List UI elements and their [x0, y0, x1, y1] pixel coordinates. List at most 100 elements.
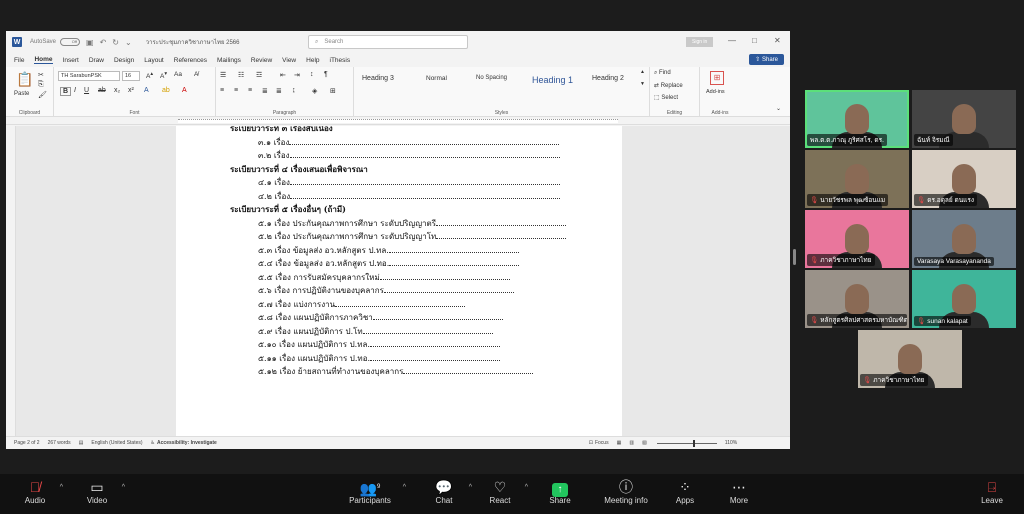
panel-resize-handle[interactable]	[793, 249, 796, 265]
align-right-icon[interactable]: ≡	[248, 87, 252, 94]
copy-icon[interactable]: ⎘	[38, 81, 44, 89]
search-box[interactable]: ⌕ Search	[308, 35, 468, 49]
participants-button[interactable]: 👥9 Participants ^	[340, 478, 406, 505]
increase-indent-icon[interactable]: ⇥	[294, 71, 300, 79]
tab-layout[interactable]: Layout	[144, 57, 164, 64]
agenda-item[interactable]: ๕.๓ เรื่อง ข้อมูลส่ง อว.หลักสูตร ป.ทล.	[258, 244, 519, 257]
tab-references[interactable]: References	[174, 57, 207, 64]
multilevel-list-icon[interactable]: ☲	[256, 71, 262, 79]
tab-mailings[interactable]: Mailings	[217, 57, 241, 64]
change-case-icon[interactable]: Aa	[174, 71, 182, 78]
agenda-item[interactable]: ๕.๗ เรื่อง แบ่งการงาน	[258, 298, 466, 311]
chat-button[interactable]: 💬 Chat ^	[414, 478, 474, 505]
participant-tile[interactable]: 🎙 นายวัชรพล พุฒซ้อนแม	[805, 150, 909, 208]
share-screen-button[interactable]: ↑ Share	[530, 478, 590, 505]
accessibility-status[interactable]: Accessibility: Investigate	[157, 440, 217, 446]
tab-ithesis[interactable]: iThesis	[330, 57, 351, 64]
shrink-font-icon[interactable]: A▾	[160, 71, 167, 80]
align-center-icon[interactable]: ≡	[234, 87, 238, 94]
zoom-slider[interactable]	[656, 439, 717, 447]
participant-tile[interactable]: 🎙 ดร.อดุลย์ ดนแรง	[912, 150, 1016, 208]
show-marks-icon[interactable]: ¶	[324, 71, 328, 78]
style-normal[interactable]: Normal	[426, 75, 447, 82]
collapse-ribbon-icon[interactable]: ⌄	[776, 105, 781, 112]
shading-icon[interactable]: ◈	[312, 87, 317, 95]
distributed-icon[interactable]: ≣	[276, 87, 282, 95]
style-heading-2[interactable]: Heading 2	[592, 75, 624, 82]
bullets-icon[interactable]: ☰	[220, 71, 226, 79]
react-button[interactable]: ♡ React ^	[470, 478, 530, 505]
document-area[interactable]: ระเบียบวาระที่ ๓ เรื่องสืบเนื่อง ๓.๑ เรื่…	[6, 126, 790, 436]
text-effects-icon[interactable]: A	[144, 87, 149, 94]
proofing-icon[interactable]: ▤	[79, 440, 84, 446]
grow-font-icon[interactable]: A▴	[146, 71, 153, 80]
styles-scroll-up-icon[interactable]: ▲	[640, 69, 645, 75]
agenda-item[interactable]: ๕.๑๑ เรื่อง แผนปฏิบัติการ ป.ทอ.	[258, 352, 501, 365]
strikethrough-icon[interactable]: ab	[98, 87, 106, 94]
font-color-icon[interactable]: A	[182, 87, 187, 94]
agenda-heading[interactable]: ระเบียบวาระที่ ๔ เรื่องเสนอเพื่อพิจารณา	[230, 163, 368, 176]
sort-icon[interactable]: ↕	[310, 71, 314, 78]
justify-icon[interactable]: ≣	[262, 87, 268, 95]
agenda-item[interactable]: ๕.๔ เรื่อง ข้อมูลส่ง อว.หลักสูตร ป.ทอ.	[258, 257, 520, 270]
tab-view[interactable]: View	[282, 57, 296, 64]
tab-insert[interactable]: Insert	[63, 57, 79, 64]
tab-design[interactable]: Design	[114, 57, 134, 64]
replace-button[interactable]: ⇄ Replace	[654, 82, 683, 89]
agenda-item[interactable]: ๕.๑ เรื่อง ประกันคุณภาพการศึกษา ระดับปริ…	[258, 217, 567, 230]
redo-icon[interactable]: ↻	[112, 38, 119, 47]
agenda-item[interactable]: ๕.๑๐ เรื่อง แผนปฏิบัติการ ป.ทล.	[258, 338, 500, 351]
word-count[interactable]: 267 words	[48, 440, 71, 446]
tab-draw[interactable]: Draw	[89, 57, 104, 64]
focus-label[interactable]: Focus	[595, 440, 609, 446]
participant-tile[interactable]: พล.ต.ต.ภาณุ ภูริศสโร, ดร.	[805, 90, 909, 148]
format-painter-icon[interactable]: 🖌	[38, 91, 47, 99]
print-layout-icon[interactable]: ▥	[629, 440, 634, 446]
participant-tile[interactable]: 🎙 sunan kalapat	[912, 270, 1016, 328]
line-spacing-icon[interactable]: ↨	[292, 87, 296, 94]
document-page[interactable]: ระเบียบวาระที่ ๓ เรื่องสืบเนื่อง ๓.๑ เรื่…	[176, 126, 622, 436]
styles-scroll-down-icon[interactable]: ▼	[640, 81, 645, 87]
agenda-heading[interactable]: ระเบียบวาระที่ ๓ เรื่องสืบเนื่อง	[230, 126, 333, 135]
participant-tile[interactable]: 🎙 หลักสูตรศิลปศาสตรมหาบัณฑิต	[805, 270, 909, 328]
participant-tile[interactable]: Varasaya Varasayananda	[912, 210, 1016, 268]
share-button[interactable]: ⇧ Share	[749, 54, 784, 65]
italic-icon[interactable]: I	[74, 87, 76, 94]
clear-formatting-icon[interactable]: A̸	[194, 71, 198, 78]
agenda-item[interactable]: ๕.๕ เรื่อง การรับสมัครบุคลากรใหม่	[258, 271, 510, 284]
style-heading-1[interactable]: Heading 1	[532, 75, 573, 85]
highlight-icon[interactable]: ab	[162, 87, 170, 94]
subscript-icon[interactable]: x₂	[114, 87, 120, 94]
underline-icon[interactable]: U	[84, 87, 89, 94]
agenda-item[interactable]: ๔.๒ เรื่อง	[258, 190, 561, 203]
cut-icon[interactable]: ✂	[38, 71, 44, 79]
decrease-indent-icon[interactable]: ⇤	[280, 71, 286, 79]
font-name-select[interactable]: TH SarabunPSK	[58, 71, 120, 81]
agenda-item[interactable]: ๓.๒ เรื่อง	[258, 149, 560, 162]
bold-icon[interactable]: B	[60, 87, 72, 96]
audio-options-icon[interactable]: ^	[60, 484, 63, 491]
tab-home[interactable]: Home	[34, 56, 53, 64]
agenda-item[interactable]: ๕.๙ เรื่อง แผนปฏิบัติการ ป.โท	[258, 325, 493, 338]
horizontal-ruler[interactable]	[6, 117, 790, 125]
audio-button[interactable]: 🎙̸ Audio ^	[5, 478, 65, 505]
borders-icon[interactable]: ⊞	[330, 87, 336, 95]
focus-icon[interactable]: ⊡	[589, 440, 593, 446]
undo-icon[interactable]: ↶	[100, 38, 107, 47]
numbering-icon[interactable]: ☷	[238, 71, 244, 79]
tab-help[interactable]: Help	[306, 57, 319, 64]
zoom-level[interactable]: 110%	[725, 440, 737, 446]
participants-options-icon[interactable]: ^	[403, 484, 406, 491]
agenda-item[interactable]: ๓.๑ เรื่อง	[258, 136, 560, 149]
paste-label[interactable]: Paste	[14, 91, 29, 97]
more-button[interactable]: ⋯ More	[709, 478, 769, 505]
paste-icon[interactable]: 📋	[16, 71, 33, 88]
agenda-heading[interactable]: ระเบียบวาระที่ ๕ เรื่องอื่นๆ (ถ้ามี)	[230, 203, 346, 216]
agenda-item[interactable]: ๔.๑ เรื่อง	[258, 176, 560, 189]
agenda-item[interactable]: ๕.๖ เรื่อง การปฏิบัติงานของบุคลากร	[258, 284, 514, 297]
agenda-item[interactable]: ๕.๑๒ เรื่อง ย้ายสถานที่ทำงานของบุคลากร	[258, 365, 534, 378]
video-button[interactable]: ▭ Video ^	[67, 478, 127, 505]
agenda-item[interactable]: ๕.๘ เรื่อง แผนปฏิบัติการภาควิชา	[258, 311, 503, 324]
agenda-item[interactable]: ๕.๒ เรื่อง ประกันคุณภาพการศึกษา ระดับปริ…	[258, 230, 567, 243]
find-button[interactable]: ⌕ Find	[654, 70, 671, 77]
